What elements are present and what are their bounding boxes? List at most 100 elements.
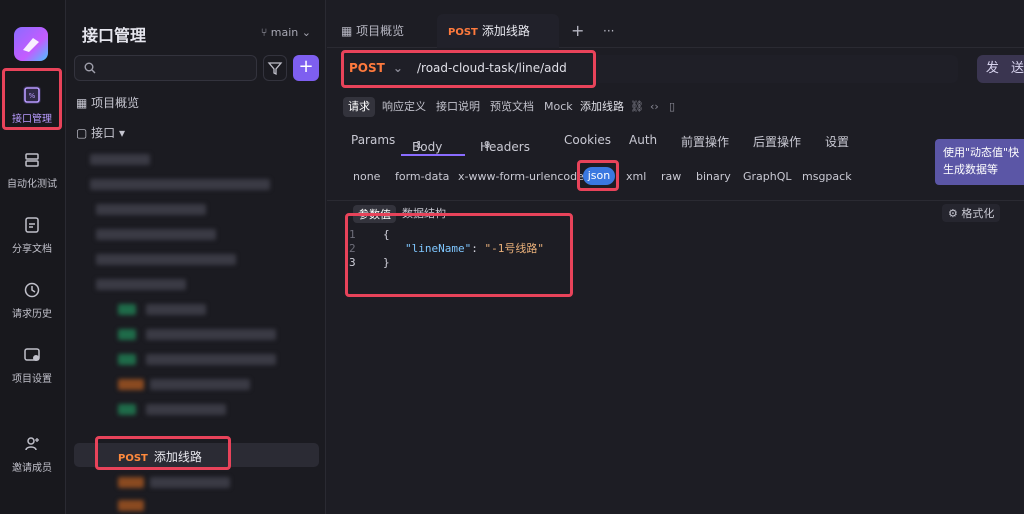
tab-icon: ▦ <box>341 24 357 38</box>
tab-settings[interactable]: 设置 <box>825 133 849 150</box>
subnav-preview[interactable]: 预览文档 <box>490 97 534 117</box>
blurred-tree-item <box>146 304 206 315</box>
automation-icon <box>25 153 39 167</box>
tab-add-line[interactable]: POST 添加线路 <box>437 14 559 48</box>
highlight-url-bar <box>341 50 596 88</box>
tab-bar: ▦ 项目概览 POST 添加线路 + ··· <box>327 14 1024 48</box>
body-type-xml[interactable]: xml <box>626 170 646 183</box>
more-tabs-button[interactable]: ··· <box>603 14 614 48</box>
subnav-mock[interactable]: Mock <box>544 97 573 117</box>
settings-icon <box>24 348 40 361</box>
rail-label-automation: 自动化测试 <box>7 179 57 190</box>
tree-item-overview[interactable]: ▦ 项目概览 <box>76 92 139 114</box>
blurred-tree-item <box>150 477 230 488</box>
filter-button[interactable] <box>263 55 287 81</box>
tree-title: 接口管理 <box>82 26 147 45</box>
filter-icon <box>267 62 283 76</box>
code-icon[interactable]: ‹› <box>650 97 659 117</box>
invite-user-icon <box>25 437 39 451</box>
blurred-method-tag <box>118 304 136 315</box>
blurred-method-tag <box>118 329 136 340</box>
panel-icon[interactable]: ▯ <box>669 97 675 117</box>
branch-name: main <box>270 26 299 39</box>
body-type-msgpack[interactable]: msgpack <box>802 170 852 183</box>
body-count-badge: 1 <box>416 140 423 151</box>
blurred-tree-item <box>150 379 250 390</box>
new-tab-button[interactable]: + <box>571 14 584 48</box>
blurred-tree-item <box>96 204 206 215</box>
blurred-tree-item <box>90 154 150 165</box>
tree-overview-label: 项目概览 <box>91 96 140 110</box>
tab-add-line-label: 添加线路 <box>481 24 530 38</box>
highlight-json <box>577 160 619 191</box>
subnav-request[interactable]: 请求 <box>343 97 375 117</box>
body-type-urlencoded[interactable]: x-www-form-urlencoded <box>458 170 591 183</box>
main-panel: ▦ 项目概览 POST 添加线路 + ··· POST ⌄ /road-cloud-… <box>327 0 1024 514</box>
tab-cookies[interactable]: Cookies <box>564 133 611 147</box>
tab-overview[interactable]: ▦ 项目概览 <box>341 14 421 48</box>
tab-params[interactable]: Params <box>351 133 395 147</box>
subnav-doc[interactable]: 接口说明 <box>436 97 480 117</box>
add-api-button[interactable]: + <box>293 55 319 81</box>
dynamic-value-tooltip: 使用"动态值"快生成数据等 <box>935 139 1024 185</box>
rail-item-invite[interactable]: 邀请成员 <box>4 427 60 483</box>
search-icon <box>84 62 96 74</box>
blurred-tree-item <box>90 179 270 190</box>
body-type-binary[interactable]: binary <box>696 170 731 183</box>
blurred-method-tag <box>118 500 144 511</box>
app-window: % 接口管理 自动化测试 分享文档 请求历史 项目设置 邀请成员 接口管理 ⑂ … <box>0 0 1024 514</box>
left-rail: % 接口管理 自动化测试 分享文档 请求历史 项目设置 邀请成员 <box>0 0 66 514</box>
blurred-tree-item <box>146 404 226 415</box>
rail-item-automation[interactable]: 自动化测试 <box>4 143 60 199</box>
tree-search-input[interactable] <box>74 55 257 81</box>
body-type-graphql[interactable]: GraphQL <box>743 170 792 183</box>
blurred-method-tag <box>118 379 144 390</box>
rail-label-share: 分享文档 <box>12 244 52 255</box>
rail-item-settings[interactable]: 项目设置 <box>4 338 60 394</box>
tab-pre-ops[interactable]: 前置操作 <box>681 133 729 150</box>
subnav-api-name: 添加线路 <box>580 100 624 113</box>
blurred-tree-item <box>96 254 236 265</box>
branch-selector[interactable]: ⑂ main ⌄ <box>261 26 311 39</box>
folder-icon: ▢ <box>76 126 92 140</box>
body-type-none[interactable]: none <box>353 170 380 183</box>
history-icon <box>24 282 40 298</box>
headers-count-badge: 9 <box>484 140 491 151</box>
tab-post-ops[interactable]: 后置操作 <box>753 133 801 150</box>
app-logo <box>14 27 48 61</box>
rail-item-share[interactable]: 分享文档 <box>4 208 60 264</box>
rail-label-invite: 邀请成员 <box>12 463 52 474</box>
format-icon: ⚙ <box>948 207 962 220</box>
overview-icon: ▦ <box>76 96 92 110</box>
blurred-method-tag <box>118 477 144 488</box>
format-button[interactable]: ⚙ 格式化 <box>942 204 1001 222</box>
rail-label-history: 请求历史 <box>12 309 52 320</box>
highlight-selected-api <box>95 436 231 470</box>
tree-api-root-label: 接口 <box>91 126 116 140</box>
blurred-tree-item <box>146 354 276 365</box>
request-tabs: Params Body 1 Headers 9 Cookies Auth 前置操作 … <box>327 126 1024 156</box>
caret-down-icon: ▾ <box>115 126 126 140</box>
blurred-tree-item <box>96 279 186 290</box>
tab-auth[interactable]: Auth <box>629 133 657 147</box>
blurred-tree-item <box>96 229 216 240</box>
format-label: 格式化 <box>961 207 995 220</box>
highlight-json-body <box>345 213 573 297</box>
blurred-method-tag <box>118 404 136 415</box>
subnav-response[interactable]: 响应定义 <box>382 97 426 117</box>
tree-item-api-root[interactable]: ▢ 接口 ▾ <box>76 122 125 144</box>
tab-overview-label: 项目概览 <box>356 24 405 38</box>
send-button[interactable]: 发 送 <box>977 55 1024 83</box>
blurred-tree-item <box>146 329 276 340</box>
body-type-form-data[interactable]: form-data <box>395 170 449 183</box>
link-icon[interactable]: ⛓ <box>630 97 644 117</box>
tab-method: POST <box>448 27 478 38</box>
rail-item-history[interactable]: 请求历史 <box>4 273 60 329</box>
blurred-method-tag <box>118 354 136 365</box>
share-doc-icon <box>25 217 39 233</box>
api-tree-panel: 接口管理 ⑂ main ⌄ + ▦ 项目概览 ▢ 接口 ▾ POST 添加线路 <box>66 0 326 514</box>
rail-label-settings: 项目设置 <box>12 374 52 385</box>
active-tab-underline <box>401 154 465 156</box>
body-type-raw[interactable]: raw <box>661 170 681 183</box>
highlight-rail-api <box>2 68 62 130</box>
